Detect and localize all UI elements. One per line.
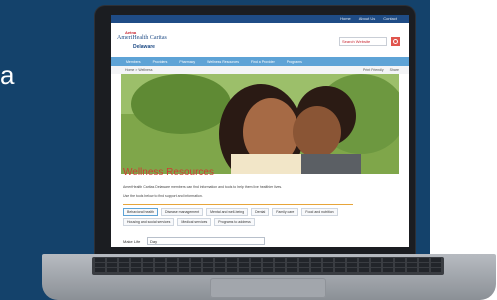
category-chip[interactable]: Housing and social services xyxy=(123,218,175,226)
nav-item-providers[interactable]: Providers xyxy=(148,60,173,64)
promo-text: a xyxy=(0,60,15,90)
category-chip[interactable]: Behavioral health xyxy=(123,208,159,216)
utility-link-about[interactable]: About Us xyxy=(359,16,375,21)
category-chip[interactable]: Mental and well-being xyxy=(206,208,249,216)
intro-text: AmeriHealth Caritas Delaware members can… xyxy=(123,185,283,189)
category-chip[interactable]: Food and nutrition xyxy=(301,208,338,216)
site-title[interactable]: AmeriHealth Caritas xyxy=(117,35,167,41)
category-chip[interactable]: Disease management xyxy=(161,208,204,216)
hero-image xyxy=(121,74,399,174)
nav-item-find-provider[interactable]: Find a Provider xyxy=(246,60,280,64)
utility-bar: Home About Us Contact xyxy=(111,15,409,23)
laptop-trackpad xyxy=(210,278,326,298)
laptop-keyboard xyxy=(92,257,444,275)
page-tools: Print Friendly Share xyxy=(363,68,399,72)
nav-item-members[interactable]: Members xyxy=(121,60,146,64)
nav-item-pharmacy[interactable]: Pharmacy xyxy=(174,60,200,64)
breadcrumb[interactable]: Home > Wellness xyxy=(125,68,152,72)
site-header: Aetna AmeriHealth Caritas Delaware Searc… xyxy=(111,23,409,57)
utility-link-home[interactable]: Home xyxy=(340,16,351,21)
filter-select[interactable]: Day xyxy=(147,237,265,245)
utility-links: Home About Us Contact xyxy=(340,16,397,21)
search-input[interactable]: Search Website xyxy=(339,37,387,46)
share-link[interactable]: Share xyxy=(390,68,399,72)
category-chip[interactable]: Family care xyxy=(272,208,299,216)
category-chip[interactable]: Dental xyxy=(251,208,270,216)
nav-item-wellness[interactable]: Wellness Resources xyxy=(202,60,244,64)
search-button[interactable] xyxy=(391,37,400,46)
print-link[interactable]: Print Friendly xyxy=(363,68,384,72)
laptop-screen: Home About Us Contact Aetna AmeriHealth … xyxy=(111,15,409,247)
divider xyxy=(123,204,353,205)
breadcrumb-bar: Home > Wellness Print Friendly Share xyxy=(111,66,409,74)
intro-text-2: Use the tools below to find support and … xyxy=(123,194,203,198)
site-subtitle: Delaware xyxy=(133,44,155,50)
nav-item-programs[interactable]: Programs xyxy=(282,60,307,64)
filter-label: Make Life xyxy=(123,239,141,244)
page-title: Wellness Resources xyxy=(123,167,214,178)
utility-link-contact[interactable]: Contact xyxy=(383,16,397,21)
category-chip[interactable]: Programs to address xyxy=(214,218,255,226)
category-chip[interactable]: Medical services xyxy=(177,218,212,226)
category-filters: Behavioral health Disease management Men… xyxy=(123,208,385,226)
main-nav: Members Providers Pharmacy Wellness Reso… xyxy=(111,57,409,66)
